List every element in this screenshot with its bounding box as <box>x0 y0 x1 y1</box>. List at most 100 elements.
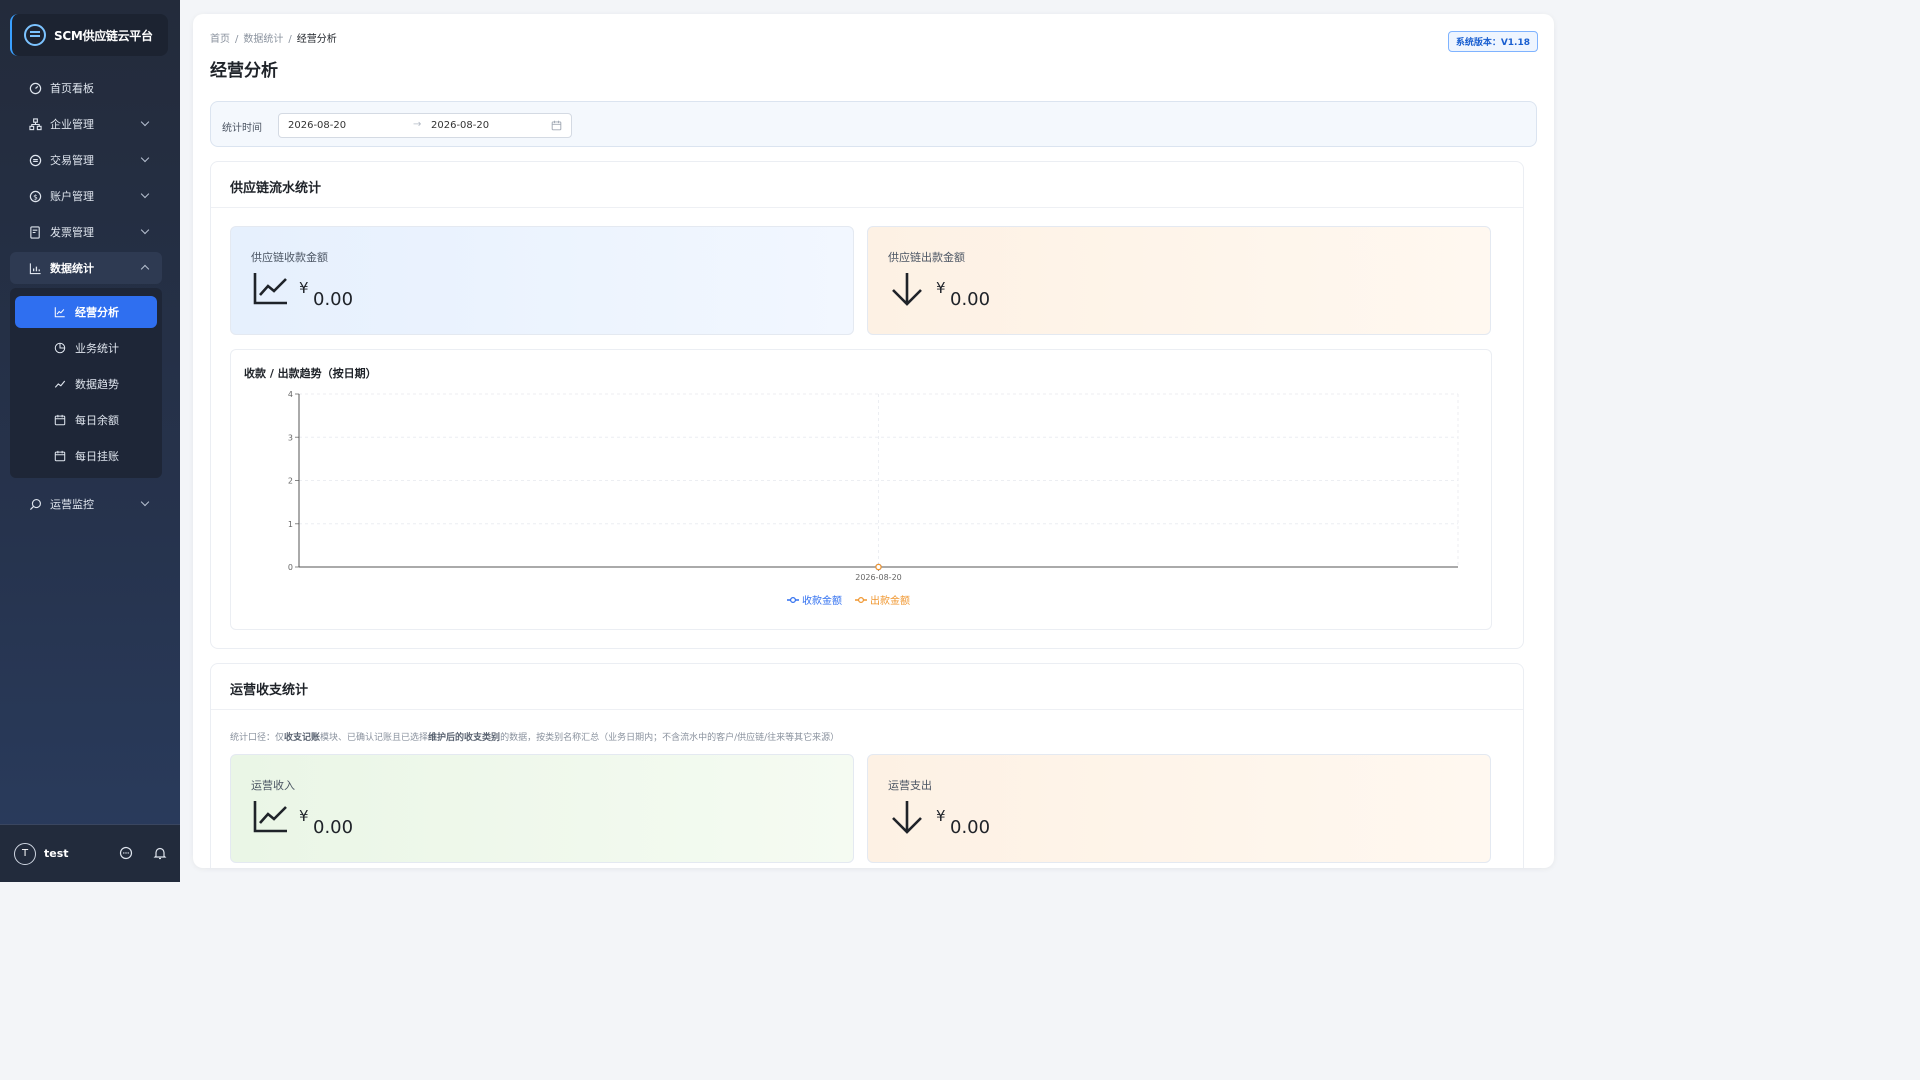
currency-symbol: ¥ <box>936 807 946 825</box>
stats-note: 统计口径：仅收支记账模块、已确认记账且已选择维护后的收支类别的数据，按类别名称汇… <box>230 730 839 743</box>
sidebar-footer: T test <box>0 824 180 882</box>
breadcrumb: 首页 / 数据统计 / 经营分析 <box>210 34 337 45</box>
sidebar-item-label: 发票管理 <box>50 226 94 239</box>
y-tick-label: 0 <box>288 563 293 572</box>
operations-section: 运营收支统计 统计口径：仅收支记账模块、已确认记账且已选择维护后的收支类别的数据… <box>210 663 1524 868</box>
sidebar-item-label: 交易管理 <box>50 154 94 167</box>
org-icon <box>28 117 42 131</box>
sidebar-item-label: 运营监控 <box>50 498 94 511</box>
line-chart-icon <box>253 271 289 309</box>
note-part: 的数据，按类别名称汇总（业务日期内；不含流水中的客户/供应链/往来等其它来源） <box>500 733 840 743</box>
section-title: 运营收支统计 <box>211 664 1523 710</box>
sidebar-item-label: 账户管理 <box>50 190 94 203</box>
main-panel: 首页 / 数据统计 / 经营分析 经营分析 系统版本：V1.18 统计时间 2026-0… <box>193 14 1554 868</box>
calendar-icon <box>53 449 67 463</box>
sidebar-item-trade[interactable]: 交易管理 <box>10 144 162 176</box>
y-tick-label: 2 <box>288 477 293 486</box>
submenu-item-label: 每日挂账 <box>75 450 119 463</box>
chevron-down-icon <box>140 225 150 235</box>
submenu-item-business-stats[interactable]: 业务统计 <box>15 332 157 364</box>
breadcrumb-statistics[interactable]: 数据统计 <box>243 34 283 45</box>
amount-value: 0.00 <box>950 817 991 838</box>
range-separator: → <box>413 119 422 130</box>
page-title: 经营分析 <box>210 61 278 81</box>
sidebar-item-dashboard[interactable]: 首页看板 <box>10 72 162 104</box>
supply-chain-section: 供应链流水统计 供应链收款金额 ¥ 0.00 供应链出款金额 ¥ 0.00 收款… <box>210 161 1524 649</box>
version-badge: 系统版本：V1.18 <box>1447 31 1538 52</box>
username[interactable]: test <box>44 847 69 860</box>
legend-marker <box>789 597 796 604</box>
sidebar-item-account[interactable]: $ 账户管理 <box>10 180 162 212</box>
calendar-icon[interactable] <box>551 120 562 134</box>
legend-marker <box>857 597 864 604</box>
note-part-bold: 收支记账 <box>284 733 321 743</box>
avatar[interactable]: T <box>14 842 36 865</box>
sidebar-item-invoice[interactable]: 发票管理 <box>10 216 162 248</box>
submenu-item-data-trend[interactable]: 数据趋势 <box>15 368 157 400</box>
chevron-down-icon <box>140 117 150 127</box>
breadcrumb-home[interactable]: 首页 <box>210 34 230 45</box>
sidebar-item-label: 数据统计 <box>50 262 94 275</box>
dashboard-icon <box>28 81 42 95</box>
start-date[interactable]: 2026-08-20 <box>288 120 346 131</box>
sidebar-item-enterprise[interactable]: 企业管理 <box>10 108 162 140</box>
chevron-down-icon <box>140 189 150 199</box>
message-icon[interactable] <box>118 845 134 861</box>
arrow-down-icon <box>890 799 924 839</box>
trend-icon <box>53 377 67 391</box>
line-chart-icon <box>53 305 67 319</box>
y-tick-label: 4 <box>288 390 293 399</box>
brand[interactable]: SCM供应链云平台 <box>10 14 168 56</box>
invoice-icon <box>28 225 42 239</box>
currency-symbol: ¥ <box>936 279 946 297</box>
end-date[interactable]: 2026-08-20 <box>431 120 489 131</box>
date-range-picker[interactable]: 2026-08-20 → 2026-08-20 <box>278 113 572 138</box>
monitor-icon <box>28 497 42 511</box>
dollar-icon: $ <box>28 189 42 203</box>
line-chart-icon <box>253 799 289 837</box>
sidebar: SCM供应链云平台 首页看板 企业管理 交易管理 $ 账户管理 发票管理 数据统… <box>0 0 180 882</box>
brand-logo-icon <box>24 24 46 46</box>
legend-label: 出款金额 <box>870 594 910 607</box>
card-label: 运营收入 <box>251 779 295 792</box>
trend-chart: 收款 / 出款趋势（按日期） 0 1 2 3 4 2026-08-20 收款金额 出款金额 <box>230 349 1492 630</box>
y-tick-label: 1 <box>288 520 293 529</box>
currency-symbol: ¥ <box>299 807 309 825</box>
legend-label: 收款金额 <box>802 594 842 607</box>
breadcrumb-current: 经营分析 <box>296 34 337 45</box>
sidebar-item-statistics[interactable]: 数据统计 <box>10 252 162 284</box>
bell-icon[interactable] <box>152 845 168 861</box>
chart-canvas: 0 1 2 3 4 2026-08-20 收款金额 出款金额 <box>288 390 1459 607</box>
data-point <box>875 563 882 571</box>
ops-income-card: 运营收入 ¥ 0.00 <box>230 754 854 863</box>
note-part: 统计口径：仅 <box>230 733 285 743</box>
supply-income-card: 供应链收款金额 ¥ 0.00 <box>230 226 854 335</box>
pie-chart-icon <box>53 341 67 355</box>
note-part-bold: 维护后的收支类别 <box>428 733 501 743</box>
filter-label: 统计时间 <box>222 123 262 134</box>
arrow-down-icon <box>890 271 924 311</box>
chevron-down-icon <box>140 497 150 507</box>
card-label: 供应链收款金额 <box>251 251 328 264</box>
submenu-item-label: 业务统计 <box>75 342 119 355</box>
submenu-item-daily-charge[interactable]: 每日挂账 <box>15 440 157 472</box>
submenu-item-daily-balance[interactable]: 每日余额 <box>15 404 157 436</box>
amount-value: 0.00 <box>313 817 354 838</box>
amount-value: 0.00 <box>313 289 354 310</box>
brand-name: SCM供应链云平台 <box>54 28 153 43</box>
submenu-item-business-analysis[interactable]: 经营分析 <box>15 296 157 328</box>
card-label: 运营支出 <box>888 779 932 792</box>
sidebar-item-label: 首页看板 <box>50 82 94 95</box>
chevron-down-icon <box>140 153 150 163</box>
submenu-item-label: 经营分析 <box>75 306 119 319</box>
amount-value: 0.00 <box>950 289 991 310</box>
exchange-icon <box>28 153 42 167</box>
submenu-item-label: 数据趋势 <box>75 378 119 391</box>
sidebar-item-monitor[interactable]: 运营监控 <box>10 488 162 520</box>
currency-symbol: ¥ <box>299 279 309 297</box>
y-tick-label: 3 <box>288 433 293 442</box>
svg-text:$: $ <box>33 192 38 201</box>
section-title: 供应链流水统计 <box>211 162 1523 208</box>
supply-expense-card: 供应链出款金额 ¥ 0.00 <box>867 226 1491 335</box>
note-part: 模块、已确认记账且已选择 <box>320 733 429 743</box>
